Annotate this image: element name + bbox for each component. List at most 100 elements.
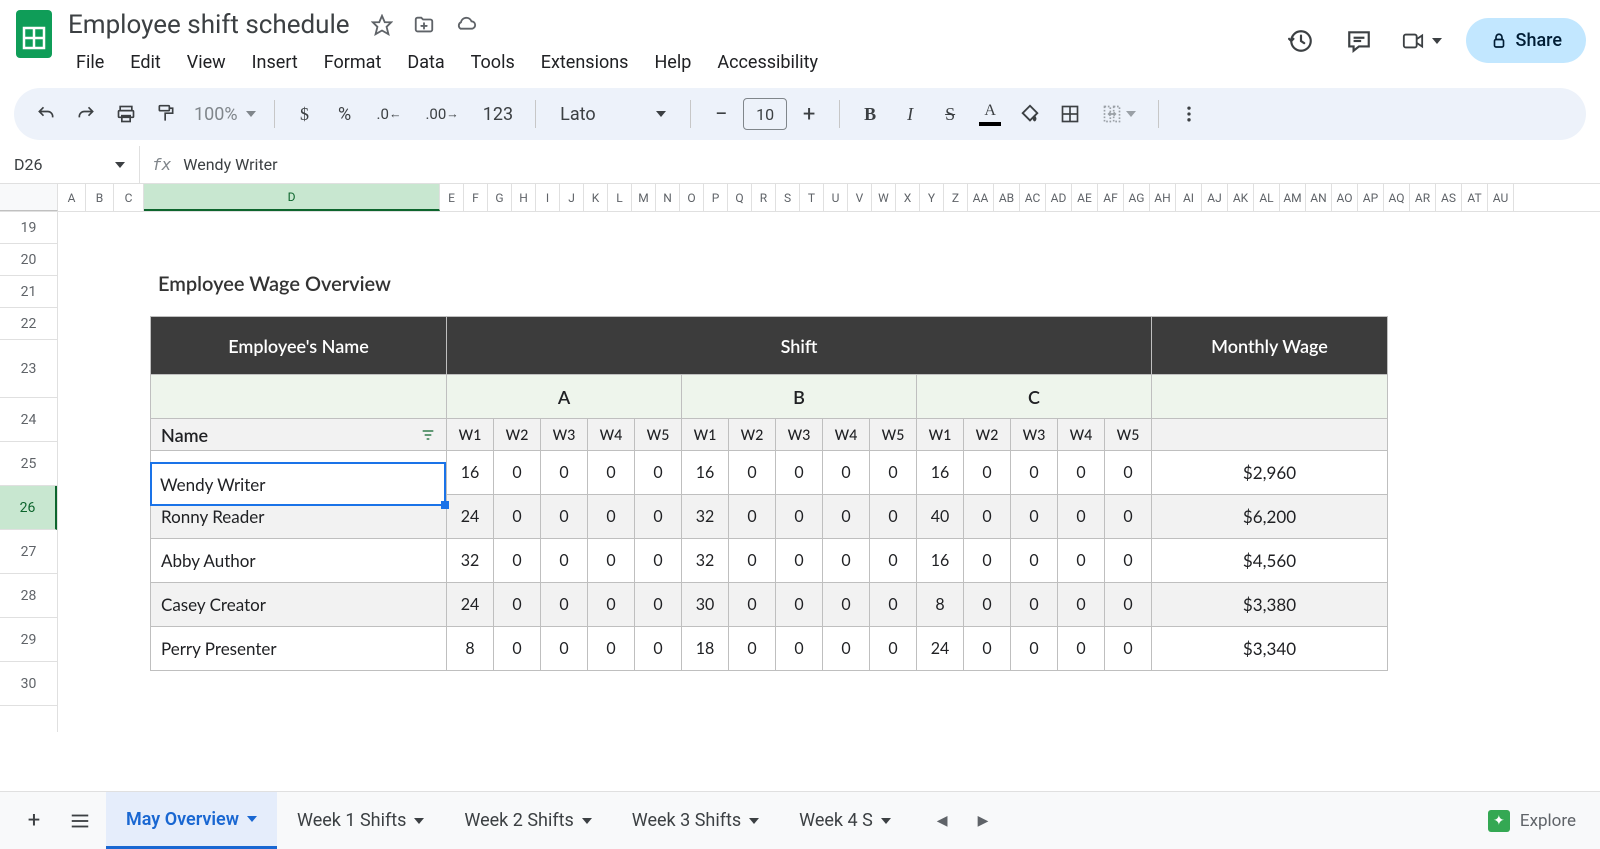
- col-header-AO[interactable]: AO: [1332, 184, 1358, 211]
- col-header-R[interactable]: R: [752, 184, 776, 211]
- col-header-AQ[interactable]: AQ: [1384, 184, 1410, 211]
- col-header-D[interactable]: D: [144, 184, 440, 211]
- col-header-Y[interactable]: Y: [920, 184, 944, 211]
- font-size-decrease[interactable]: −: [703, 96, 739, 132]
- print-button[interactable]: [108, 96, 144, 132]
- row-header-27[interactable]: 27: [0, 530, 57, 574]
- col-header-I[interactable]: I: [536, 184, 560, 211]
- sheet-tab-may-overview[interactable]: May Overview: [106, 792, 277, 849]
- col-header-AB[interactable]: AB: [994, 184, 1020, 211]
- table-row[interactable]: Perry Presenter80000180000240000$3,340: [151, 627, 1388, 671]
- col-header-AC[interactable]: AC: [1020, 184, 1046, 211]
- row-header-20[interactable]: 20: [0, 244, 57, 276]
- col-header-AL[interactable]: AL: [1254, 184, 1280, 211]
- percent-button[interactable]: %: [327, 96, 363, 132]
- menu-help[interactable]: Help: [642, 46, 703, 79]
- sheet-next-button[interactable]: ▶: [978, 813, 989, 829]
- col-header-AK[interactable]: AK: [1228, 184, 1254, 211]
- col-header-AH[interactable]: AH: [1150, 184, 1176, 211]
- currency-button[interactable]: $: [287, 96, 323, 132]
- row-header-26[interactable]: 26: [0, 486, 57, 530]
- col-header-AN[interactable]: AN: [1306, 184, 1332, 211]
- col-header-Z[interactable]: Z: [944, 184, 968, 211]
- col-header-AD[interactable]: AD: [1046, 184, 1072, 211]
- menu-insert[interactable]: Insert: [240, 46, 310, 79]
- filter-icon[interactable]: [420, 427, 436, 443]
- col-header-B[interactable]: B: [86, 184, 114, 211]
- document-title[interactable]: Employee shift schedule: [64, 8, 354, 42]
- col-header-T[interactable]: T: [800, 184, 824, 211]
- active-cell[interactable]: Wendy Writer: [150, 462, 446, 506]
- sheet-tab-week-4-s[interactable]: Week 4 S: [779, 792, 911, 849]
- col-header-H[interactable]: H: [512, 184, 536, 211]
- col-header-K[interactable]: K: [584, 184, 608, 211]
- text-color-button[interactable]: A: [972, 96, 1008, 132]
- menu-file[interactable]: File: [64, 46, 116, 79]
- decrease-decimal-button[interactable]: .0←: [367, 96, 412, 132]
- col-header-X[interactable]: X: [896, 184, 920, 211]
- row-header-23[interactable]: 23: [0, 340, 57, 398]
- increase-decimal-button[interactable]: .00→: [415, 96, 468, 132]
- col-header-O[interactable]: O: [680, 184, 704, 211]
- font-size-increase[interactable]: +: [791, 96, 827, 132]
- row-header-25[interactable]: 25: [0, 442, 57, 486]
- sheet-tab-week-2-shifts[interactable]: Week 2 Shifts: [444, 792, 611, 849]
- sheet-tab-week-3-shifts[interactable]: Week 3 Shifts: [612, 792, 779, 849]
- col-header-AI[interactable]: AI: [1176, 184, 1202, 211]
- row-header-22[interactable]: 22: [0, 308, 57, 340]
- canvas[interactable]: Employee Wage Overview Employee's NameSh…: [58, 212, 1600, 732]
- cloud-status-icon[interactable]: [452, 11, 480, 39]
- row-header-30[interactable]: 30: [0, 662, 57, 706]
- col-header-AG[interactable]: AG: [1124, 184, 1150, 211]
- history-icon[interactable]: [1284, 24, 1318, 58]
- col-header-A[interactable]: A: [58, 184, 86, 211]
- menu-extensions[interactable]: Extensions: [529, 46, 641, 79]
- row-header-28[interactable]: 28: [0, 574, 57, 618]
- col-header-N[interactable]: N: [656, 184, 680, 211]
- redo-button[interactable]: [68, 96, 104, 132]
- sheets-logo[interactable]: [14, 8, 54, 60]
- star-icon[interactable]: [368, 11, 396, 39]
- col-header-AR[interactable]: AR: [1410, 184, 1436, 211]
- share-button[interactable]: Share: [1466, 18, 1586, 63]
- sheet-prev-button[interactable]: ◀: [937, 813, 948, 829]
- table-row[interactable]: Casey Creator24000030000080000$3,380: [151, 583, 1388, 627]
- col-header-AS[interactable]: AS: [1436, 184, 1462, 211]
- merge-cells-button[interactable]: [1092, 96, 1146, 132]
- font-select[interactable]: Lato: [548, 104, 678, 125]
- col-header-AU[interactable]: AU: [1488, 184, 1514, 211]
- add-sheet-button[interactable]: +: [14, 801, 54, 841]
- col-header-AE[interactable]: AE: [1072, 184, 1098, 211]
- all-sheets-button[interactable]: [60, 801, 100, 841]
- col-header-AF[interactable]: AF: [1098, 184, 1124, 211]
- font-size-input[interactable]: 10: [743, 98, 787, 130]
- col-header-Q[interactable]: Q: [728, 184, 752, 211]
- name-box[interactable]: D26: [0, 146, 140, 183]
- col-header-AT[interactable]: AT: [1462, 184, 1488, 211]
- fill-color-button[interactable]: [1012, 96, 1048, 132]
- col-header-AA[interactable]: AA: [968, 184, 994, 211]
- table-row[interactable]: Abby Author320000320000160000$4,560: [151, 539, 1388, 583]
- col-header-U[interactable]: U: [824, 184, 848, 211]
- menu-edit[interactable]: Edit: [118, 46, 172, 79]
- col-header-C[interactable]: C: [114, 184, 144, 211]
- move-icon[interactable]: [410, 11, 438, 39]
- row-header-29[interactable]: 29: [0, 618, 57, 662]
- menu-format[interactable]: Format: [312, 46, 394, 79]
- col-header-V[interactable]: V: [848, 184, 872, 211]
- select-all-corner[interactable]: [0, 184, 58, 211]
- meet-icon[interactable]: [1400, 24, 1442, 58]
- paint-format-button[interactable]: [148, 96, 184, 132]
- col-header-S[interactable]: S: [776, 184, 800, 211]
- col-header-L[interactable]: L: [608, 184, 632, 211]
- bold-button[interactable]: B: [852, 96, 888, 132]
- undo-button[interactable]: [28, 96, 64, 132]
- explore-button[interactable]: ✦ Explore: [1488, 810, 1586, 832]
- menu-tools[interactable]: Tools: [459, 46, 527, 79]
- italic-button[interactable]: I: [892, 96, 928, 132]
- borders-button[interactable]: [1052, 96, 1088, 132]
- format-number-button[interactable]: 123: [473, 96, 523, 132]
- menu-data[interactable]: Data: [395, 46, 456, 79]
- sheet-tab-week-1-shifts[interactable]: Week 1 Shifts: [277, 792, 444, 849]
- zoom-select[interactable]: 100%: [188, 104, 262, 125]
